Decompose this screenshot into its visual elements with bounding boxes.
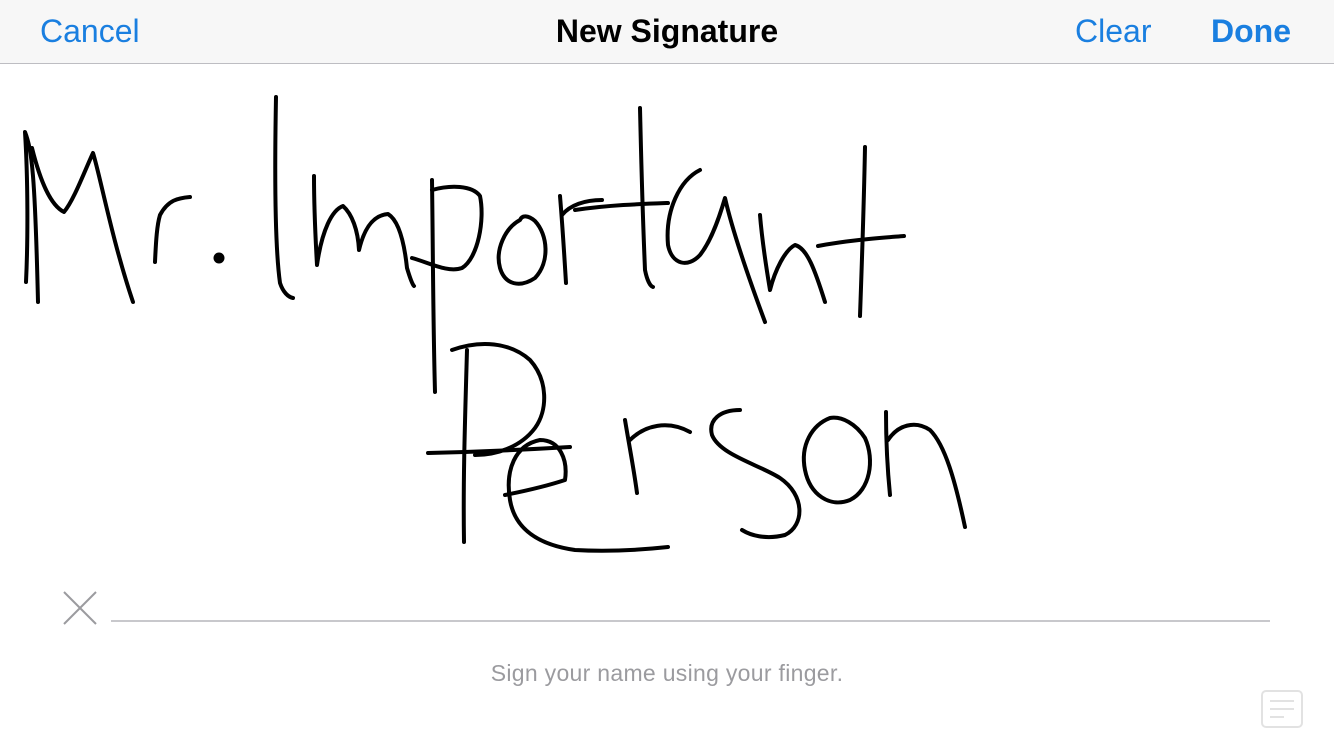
signature-line: [111, 620, 1270, 622]
signature-hint: Sign your name using your finger.: [490, 660, 844, 686]
watermark-icon: [1261, 690, 1303, 728]
handwritten-signature: [23, 95, 967, 553]
close-x-icon: [63, 591, 97, 625]
signature-pad[interactable]: Sign your name using your finger.: [0, 0, 1334, 750]
